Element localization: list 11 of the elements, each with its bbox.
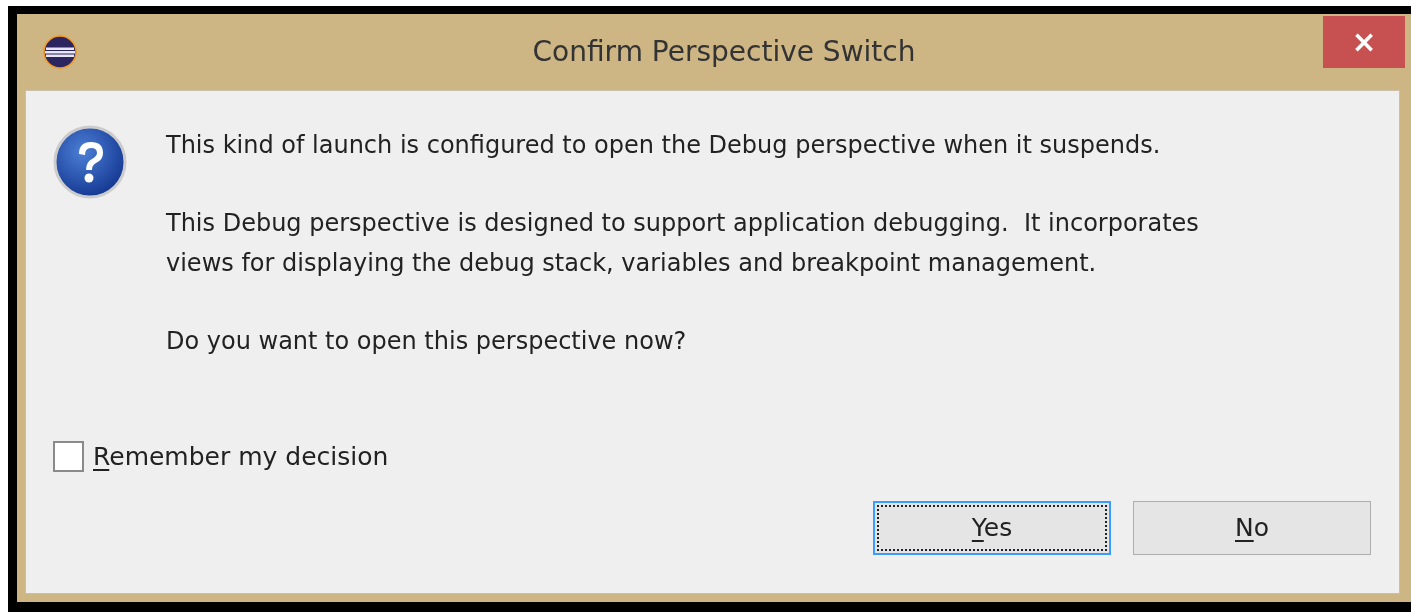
dialog-button[interactable]: Yes (873, 501, 1111, 555)
window-title: Confirm Perspective Switch (532, 34, 916, 70)
question-icon (53, 125, 127, 199)
app-icon (43, 35, 77, 69)
close-button[interactable]: × (1323, 16, 1405, 68)
dialog-button[interactable]: No (1133, 501, 1371, 555)
checkbox[interactable] (53, 440, 84, 472)
message-text: Do you want to open this perspective now? (166, 326, 688, 357)
checkbox-label[interactable]: Remember my decision (93, 437, 389, 475)
message-text: This kind of launch is configured to open the Debug perspective when it suspends. (166, 130, 1162, 161)
message-text: This Debug perspective is designed to support application debugging. It incorporates views for displaying the debug stack, variables and breakpoint management. (166, 208, 1200, 279)
